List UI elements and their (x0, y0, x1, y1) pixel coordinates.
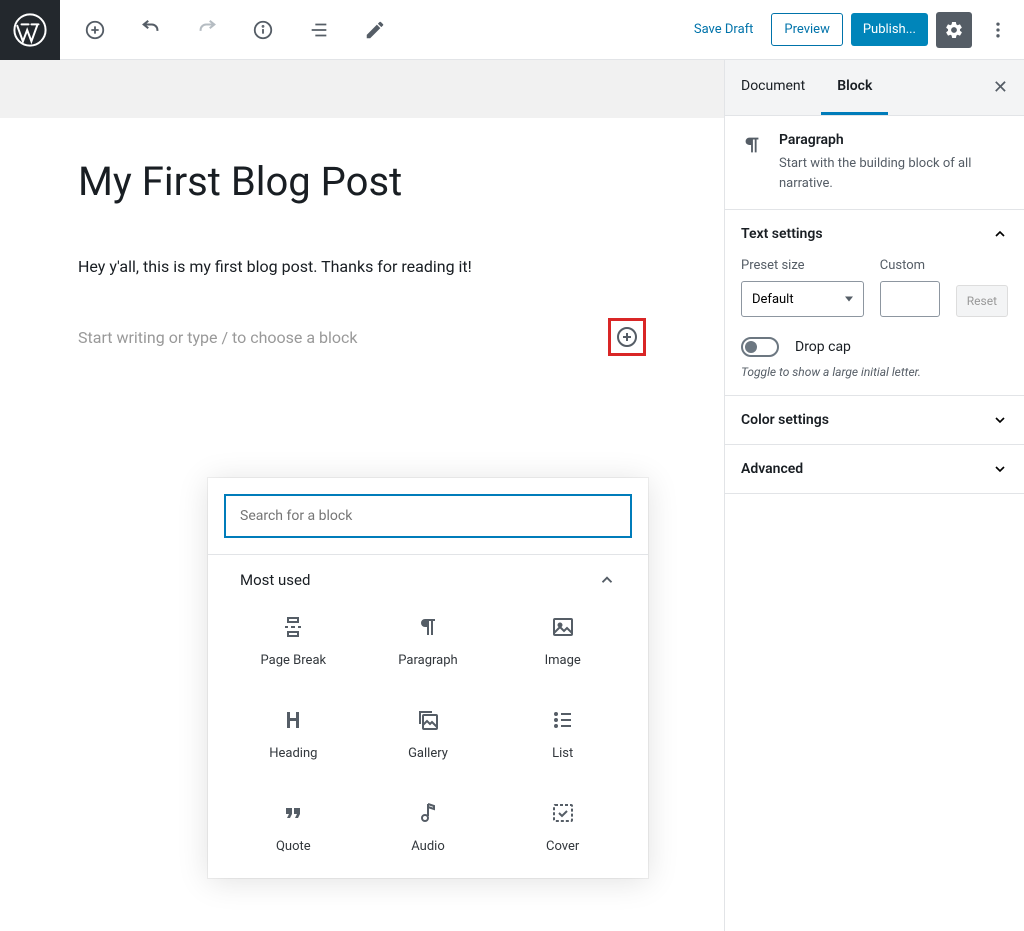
block-list[interactable]: List (495, 688, 630, 781)
inserter-section-label: Most used (240, 571, 310, 589)
top-toolbar: Save Draft Preview Publish... (0, 0, 1024, 60)
wordpress-logo[interactable] (0, 0, 60, 60)
drop-cap-help: Toggle to show a large initial letter. (741, 365, 1008, 379)
paragraph-icon (741, 134, 763, 156)
tab-block[interactable]: Block (821, 60, 888, 115)
post-title[interactable]: My First Blog Post (78, 158, 646, 205)
block-heading[interactable]: Heading (226, 688, 361, 781)
settings-sidebar: Document Block ✕ Paragraph Start with th… (724, 60, 1024, 931)
custom-size-input[interactable] (880, 281, 940, 317)
chevron-up-icon (992, 226, 1008, 242)
toolbar-left (60, 13, 392, 47)
preset-size-label: Preset size (741, 258, 864, 273)
tab-document[interactable]: Document (725, 60, 821, 115)
outline-button[interactable] (302, 13, 336, 47)
block-quote[interactable]: Quote (226, 781, 361, 874)
undo-button[interactable] (134, 13, 168, 47)
edit-button[interactable] (358, 13, 392, 47)
preset-size-select[interactable]: Default (741, 281, 864, 317)
block-type-description: Start with the building block of all nar… (779, 154, 1008, 193)
publish-button[interactable]: Publish... (851, 13, 928, 46)
save-draft-button[interactable]: Save Draft (684, 22, 764, 37)
block-search-input[interactable] (224, 494, 632, 538)
editor-area: My First Blog Post Hey y'all, this is my… (0, 60, 724, 931)
block-cover[interactable]: Cover (495, 781, 630, 874)
block-image[interactable]: Image (495, 595, 630, 688)
block-paragraph[interactable]: Paragraph (361, 595, 496, 688)
redo-button[interactable] (190, 13, 224, 47)
chevron-down-icon (992, 412, 1008, 428)
chevron-up-icon (598, 571, 616, 589)
inserter-section-header[interactable]: Most used (226, 571, 630, 595)
more-menu-button[interactable] (980, 12, 1016, 48)
advanced-panel[interactable]: Advanced (741, 461, 1008, 477)
block-audio[interactable]: Audio (361, 781, 496, 874)
block-inserter-popover: Most used Page Break Paragraph Image Hea… (208, 478, 648, 878)
text-settings-panel[interactable]: Text settings (741, 226, 1008, 242)
close-sidebar-button[interactable]: ✕ (977, 77, 1024, 98)
new-block-placeholder[interactable]: Start writing or type / to choose a bloc… (78, 328, 608, 347)
info-button[interactable] (246, 13, 280, 47)
inline-add-block-button[interactable] (608, 318, 646, 356)
toolbar-right: Save Draft Preview Publish... (684, 12, 1024, 48)
preview-button[interactable]: Preview (771, 13, 842, 46)
drop-cap-toggle[interactable] (741, 337, 779, 357)
block-gallery[interactable]: Gallery (361, 688, 496, 781)
block-page-break[interactable]: Page Break (226, 595, 361, 688)
reset-button[interactable]: Reset (956, 285, 1008, 317)
add-block-toolbar-button[interactable] (78, 13, 112, 47)
custom-size-label: Custom (880, 258, 940, 273)
color-settings-panel[interactable]: Color settings (741, 412, 1008, 428)
paragraph-block[interactable]: Hey y'all, this is my first blog post. T… (78, 257, 646, 276)
drop-cap-label: Drop cap (795, 339, 851, 355)
block-type-title: Paragraph (779, 132, 1008, 148)
chevron-down-icon (992, 461, 1008, 477)
settings-button[interactable] (936, 12, 972, 48)
